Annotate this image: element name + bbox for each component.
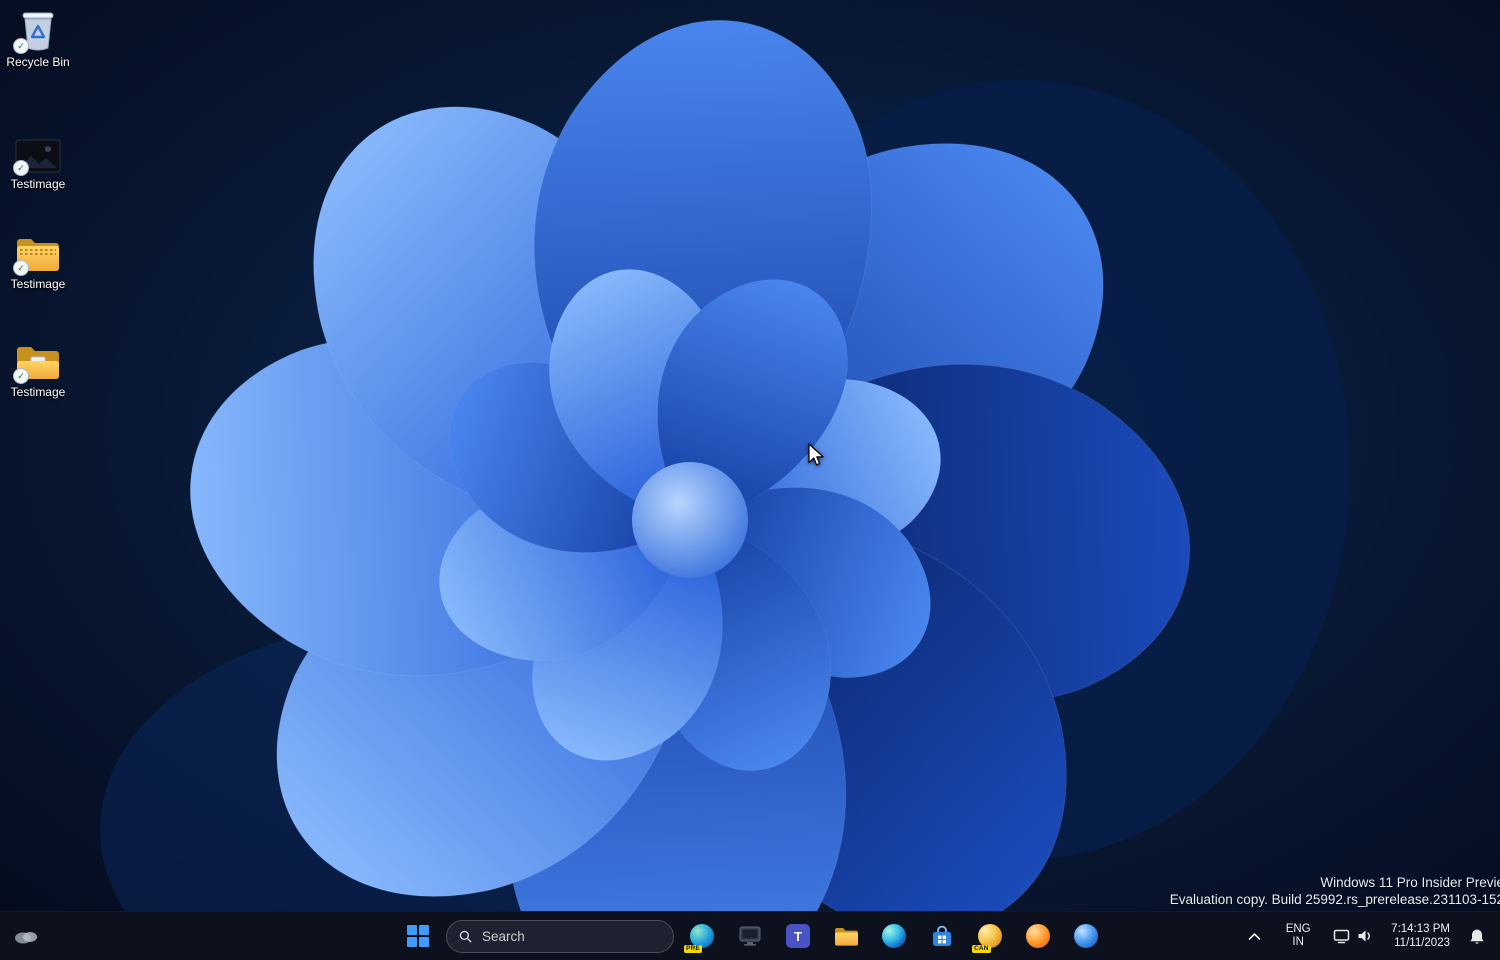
desktop-icon-testimage-zip-folder[interactable]: ✓ Testimage: [2, 228, 74, 291]
microsoft-store-icon: [930, 925, 954, 948]
widgets-weather-icon: [13, 928, 39, 944]
monitor-app-icon: [738, 925, 762, 947]
network-icon: [1333, 929, 1350, 944]
file-explorer-icon: [834, 926, 859, 947]
desktop-icon-recycle-bin[interactable]: ✓ Recycle Bin: [2, 6, 74, 69]
language-line1: ENG: [1286, 923, 1311, 936]
volume-icon: [1357, 929, 1373, 943]
sync-status-badge: ✓: [13, 160, 29, 176]
chevron-up-icon: [1248, 932, 1261, 941]
taskbar-app-store[interactable]: [922, 916, 962, 956]
taskbar-search[interactable]: [446, 920, 674, 953]
taskbar-app-file-explorer[interactable]: [826, 916, 866, 956]
language-indicator[interactable]: ENG IN: [1275, 916, 1321, 956]
taskbar-app-edge[interactable]: [874, 916, 914, 956]
language-line2: IN: [1286, 936, 1311, 949]
widgets-button[interactable]: [6, 916, 46, 956]
notification-center-button[interactable]: [1458, 916, 1496, 956]
watermark-line2: Evaluation copy. Build 25992.rs_prerelea…: [1170, 891, 1500, 908]
desktop-icon-testimage-folder[interactable]: ✓ Testimage: [2, 336, 74, 399]
sync-status-badge: ✓: [13, 38, 29, 54]
taskbar: PRE T: [0, 911, 1500, 960]
search-icon: [459, 929, 472, 944]
sync-status-badge: ✓: [13, 368, 29, 384]
teams-icon: T: [786, 924, 810, 948]
start-button[interactable]: [398, 916, 438, 956]
tray-overflow-button[interactable]: [1235, 916, 1273, 956]
teams-letter: T: [794, 929, 802, 944]
taskbar-app-monitor[interactable]: [730, 916, 770, 956]
search-input[interactable]: [480, 928, 661, 945]
desktop-icon-label: Testimage: [11, 177, 66, 191]
desktop-icon-label: Testimage: [11, 277, 66, 291]
desktop-icon-testimage-file[interactable]: ✓ Testimage: [2, 128, 74, 191]
wallpaper: [0, 0, 1500, 960]
watermark-line1: Windows 11 Pro Insider Previe: [1170, 874, 1500, 891]
system-tray-status[interactable]: [1323, 916, 1383, 956]
clock-time: 7:14:13 PM: [1391, 922, 1450, 936]
taskbar-app-preview[interactable]: PRE: [682, 916, 722, 956]
notifications-bell-icon: [1469, 928, 1485, 945]
can-badge: CAN: [972, 945, 991, 954]
taskbar-app-canary[interactable]: CAN: [970, 916, 1010, 956]
windows-start-icon: [407, 925, 429, 947]
evaluation-watermark: Windows 11 Pro Insider Previe Evaluation…: [1170, 874, 1500, 908]
taskbar-app-blue[interactable]: [1066, 916, 1106, 956]
pre-badge: PRE: [684, 945, 702, 954]
windows-desktop: ✓ Recycle Bin ✓ Testimage: [0, 0, 1500, 960]
desktop-icon-label: Testimage: [11, 385, 66, 399]
edge-icon: [882, 924, 906, 948]
taskbar-app-teams[interactable]: T: [778, 916, 818, 956]
blue-app-icon: [1074, 924, 1098, 948]
orange-app-icon: [1026, 924, 1050, 948]
clock-date: 11/11/2023: [1391, 936, 1450, 950]
taskbar-app-orange[interactable]: [1018, 916, 1058, 956]
desktop-icon-label: Recycle Bin: [6, 55, 69, 69]
clock[interactable]: 7:14:13 PM 11/11/2023: [1385, 922, 1456, 950]
sync-status-badge: ✓: [13, 260, 29, 276]
